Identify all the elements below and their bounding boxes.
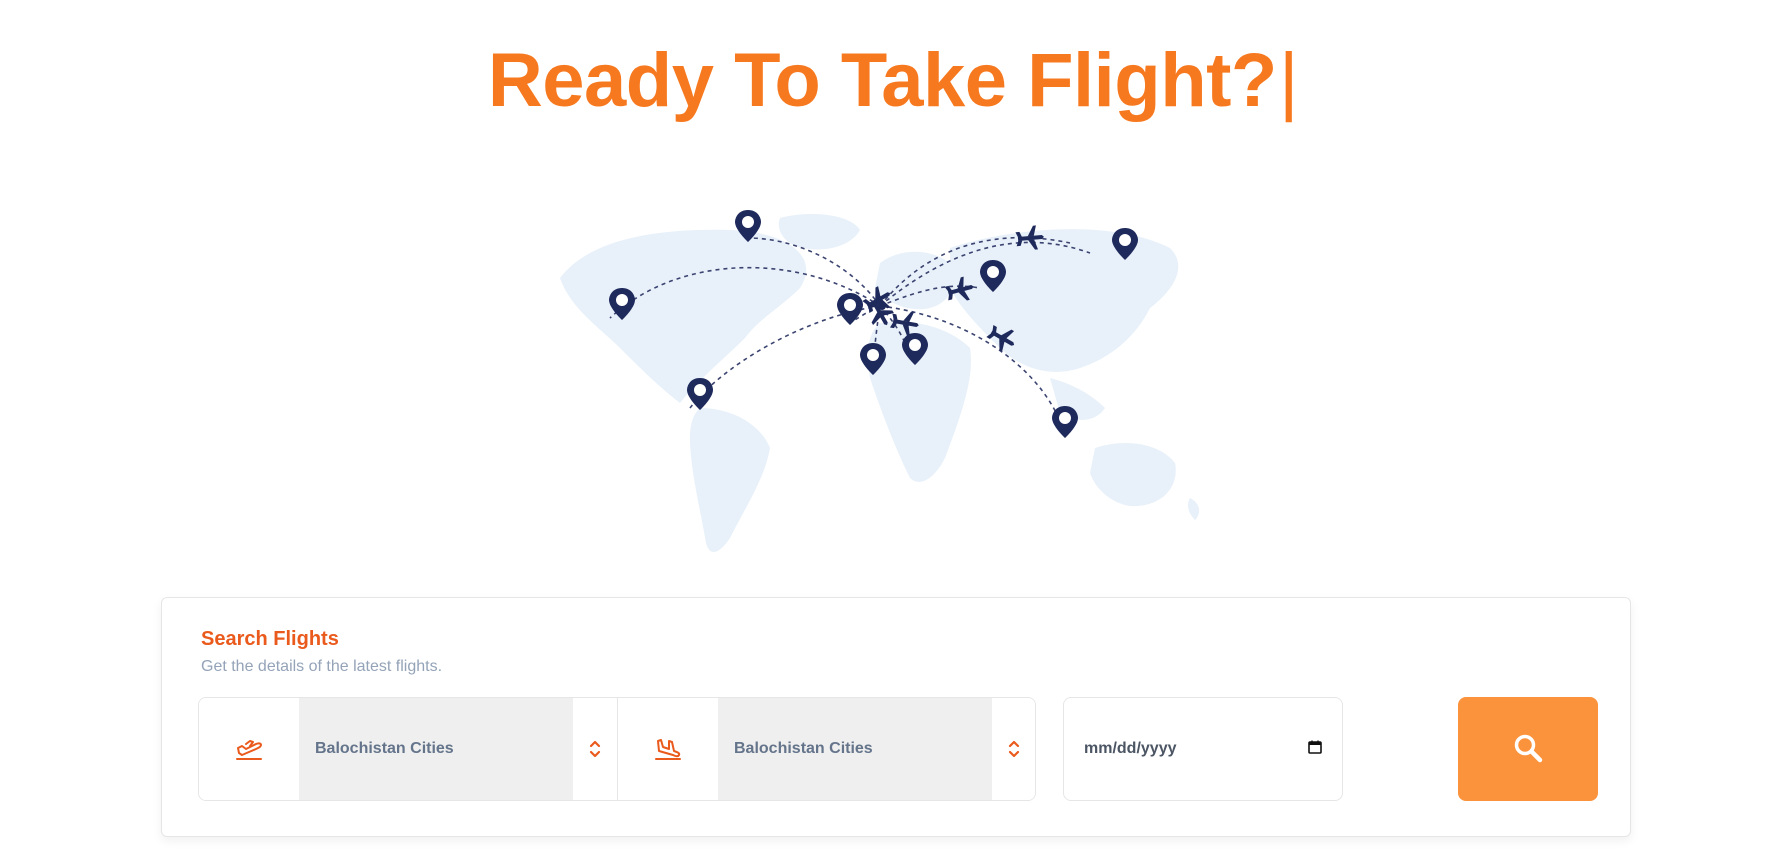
from-city-value[interactable]: Balochistan Cities — [299, 698, 573, 800]
date-placeholder: mm/dd/yyyy — [1084, 740, 1177, 757]
flight-search-card: Search Flights Get the details of the la… — [161, 597, 1631, 837]
chevron-up-down-icon[interactable] — [573, 698, 617, 800]
world-map-illustration — [550, 208, 1250, 568]
to-city-select[interactable]: Balochistan Cities — [617, 698, 1035, 800]
from-city-select[interactable]: Balochistan Cities — [199, 698, 617, 800]
to-city-value[interactable]: Balochistan Cities — [718, 698, 992, 800]
search-icon — [1513, 733, 1543, 766]
typing-cursor: | — [1278, 38, 1299, 123]
plane-landing-icon — [618, 698, 718, 800]
plane-takeoff-icon — [199, 698, 299, 800]
page-title: Ready To Take Flight?| — [0, 36, 1786, 126]
continents — [560, 214, 1200, 553]
route-field-group: Balochistan Cities Balochistan Cities — [198, 697, 1036, 801]
search-button[interactable] — [1458, 697, 1598, 801]
date-input[interactable]: mm/dd/yyyy — [1063, 697, 1343, 801]
search-card-subtitle: Get the details of the latest flights. — [201, 658, 443, 675]
calendar-icon[interactable] — [1308, 740, 1322, 759]
chevron-up-down-icon[interactable] — [992, 698, 1035, 800]
page-title-text: Ready To Take Flight? — [487, 38, 1277, 123]
search-card-title: Search Flights — [201, 628, 339, 650]
